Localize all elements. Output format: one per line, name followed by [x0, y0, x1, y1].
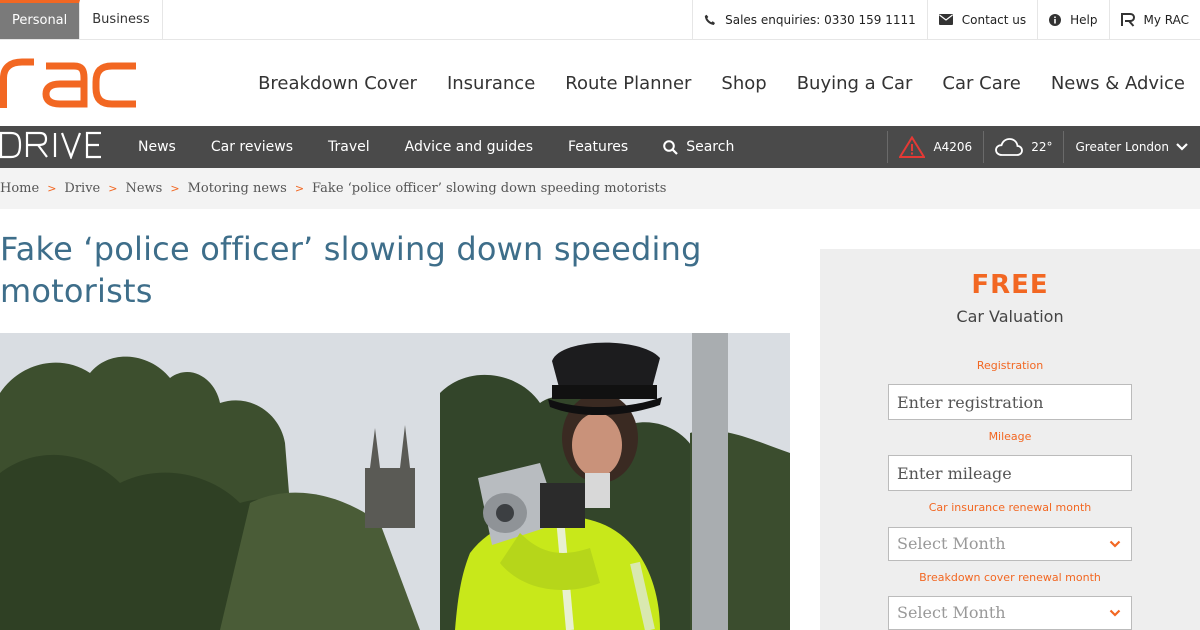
traffic-alert[interactable]: A4206 — [887, 131, 983, 163]
nav-car-care[interactable]: Car Care — [942, 73, 1020, 94]
contact-us-text: Contact us — [961, 12, 1027, 27]
temperature: 22° — [1031, 140, 1053, 154]
drive-nav-car-reviews[interactable]: Car reviews — [211, 139, 293, 155]
region-label: Greater London — [1075, 140, 1169, 154]
sales-enquiries-text: Sales enquiries: 0330 159 1111 — [725, 12, 916, 27]
article-hero-image — [0, 333, 790, 630]
mileage-label: Mileage — [988, 430, 1032, 443]
nav-buying-a-car[interactable]: Buying a Car — [797, 73, 913, 94]
warning-triangle-icon — [899, 136, 926, 158]
search-icon — [663, 139, 678, 155]
mileage-input[interactable] — [888, 455, 1132, 491]
help-text: Help — [1070, 12, 1098, 27]
insurance-month-value: Select Month — [897, 534, 1006, 553]
drive-search-button[interactable]: Search — [663, 139, 734, 155]
breadcrumb-news[interactable]: News — [125, 181, 162, 196]
breadcrumb-separator: > — [294, 182, 305, 195]
breadcrumb: Home > Drive > News > Motoring news > Fa… — [0, 168, 666, 209]
search-label: Search — [686, 139, 735, 155]
breadcrumb-home[interactable]: Home — [0, 181, 39, 196]
breakdown-month-label: Breakdown cover renewal month — [919, 571, 1101, 584]
main-nav: Breakdown Cover Insurance Route Planner … — [228, 40, 1185, 126]
rac-logo[interactable] — [0, 58, 138, 108]
region-selector[interactable]: Greater London — [1063, 131, 1200, 163]
traffic-road: A4206 — [933, 140, 973, 154]
breakdown-month-select[interactable]: Select Month — [888, 596, 1132, 630]
insurance-month-label: Car insurance renewal month — [928, 501, 1092, 514]
drive-nav-news[interactable]: News — [138, 139, 176, 155]
cloud-icon — [995, 138, 1024, 156]
breadcrumb-separator: > — [108, 182, 118, 195]
audience-tabs: Personal Business — [0, 0, 163, 39]
drive-nav-travel[interactable]: Travel — [328, 139, 370, 155]
breadcrumb-separator: > — [47, 182, 57, 195]
widget-free-heading: FREE — [971, 270, 1049, 300]
breadcrumb-motoring-news[interactable]: Motoring news — [188, 181, 287, 196]
drive-nav: News Car reviews Travel Advice and guide… — [138, 126, 769, 168]
drive-nav-advice-guides[interactable]: Advice and guides — [405, 139, 533, 155]
tab-business[interactable]: Business — [80, 0, 163, 39]
envelope-icon — [938, 14, 953, 25]
registration-label: Registration — [976, 359, 1044, 372]
nav-news-advice[interactable]: News & Advice — [1051, 73, 1185, 94]
nav-breakdown-cover[interactable]: Breakdown Cover — [258, 73, 417, 94]
nav-shop[interactable]: Shop — [721, 73, 766, 94]
contact-us-link[interactable]: Contact us — [926, 0, 1037, 39]
weather: 22° — [983, 131, 1063, 163]
breadcrumb-bar: Home > Drive > News > Motoring news > Fa… — [0, 168, 1200, 209]
car-valuation-widget: FREE Car Valuation Registration Mileage … — [820, 249, 1200, 630]
drive-bar: News Car reviews Travel Advice and guide… — [0, 126, 1200, 168]
sales-enquiries-link[interactable]: Sales enquiries: 0330 159 1111 — [692, 0, 927, 39]
widget-subtitle: Car Valuation — [956, 307, 1064, 326]
chevron-down-icon — [1176, 143, 1188, 151]
registration-input[interactable] — [888, 384, 1132, 420]
rac-r-icon — [1120, 12, 1135, 27]
drive-logo[interactable] — [0, 131, 102, 159]
help-link[interactable]: Help — [1037, 0, 1108, 39]
breakdown-month-value: Select Month — [897, 603, 1006, 622]
nav-route-planner[interactable]: Route Planner — [565, 73, 691, 94]
chevron-down-icon — [1109, 609, 1121, 617]
phone-icon — [704, 14, 716, 25]
chevron-down-icon — [1109, 540, 1121, 548]
drive-nav-features[interactable]: Features — [568, 139, 628, 155]
breadcrumb-drive[interactable]: Drive — [64, 181, 100, 196]
breadcrumb-current: Fake ‘police officer’ slowing down speed… — [312, 181, 667, 196]
main-header: Breakdown Cover Insurance Route Planner … — [0, 40, 1200, 126]
utility-bar: Personal Business Sales enquiries: 0330 … — [0, 0, 1200, 40]
page-title: Fake ‘police officer’ slowing down speed… — [0, 230, 702, 310]
info-icon — [1049, 13, 1062, 26]
tab-personal[interactable]: Personal — [0, 0, 81, 39]
drive-status: A4206 22° Greater London — [887, 131, 1200, 163]
my-rac-text: My RAC — [1143, 12, 1190, 27]
insurance-month-select[interactable]: Select Month — [888, 527, 1132, 561]
my-rac-link[interactable]: My RAC — [1108, 0, 1200, 39]
breadcrumb-separator: > — [170, 182, 180, 195]
utility-links: Sales enquiries: 0330 159 1111 Contact u… — [692, 0, 1200, 39]
nav-insurance[interactable]: Insurance — [447, 73, 535, 94]
